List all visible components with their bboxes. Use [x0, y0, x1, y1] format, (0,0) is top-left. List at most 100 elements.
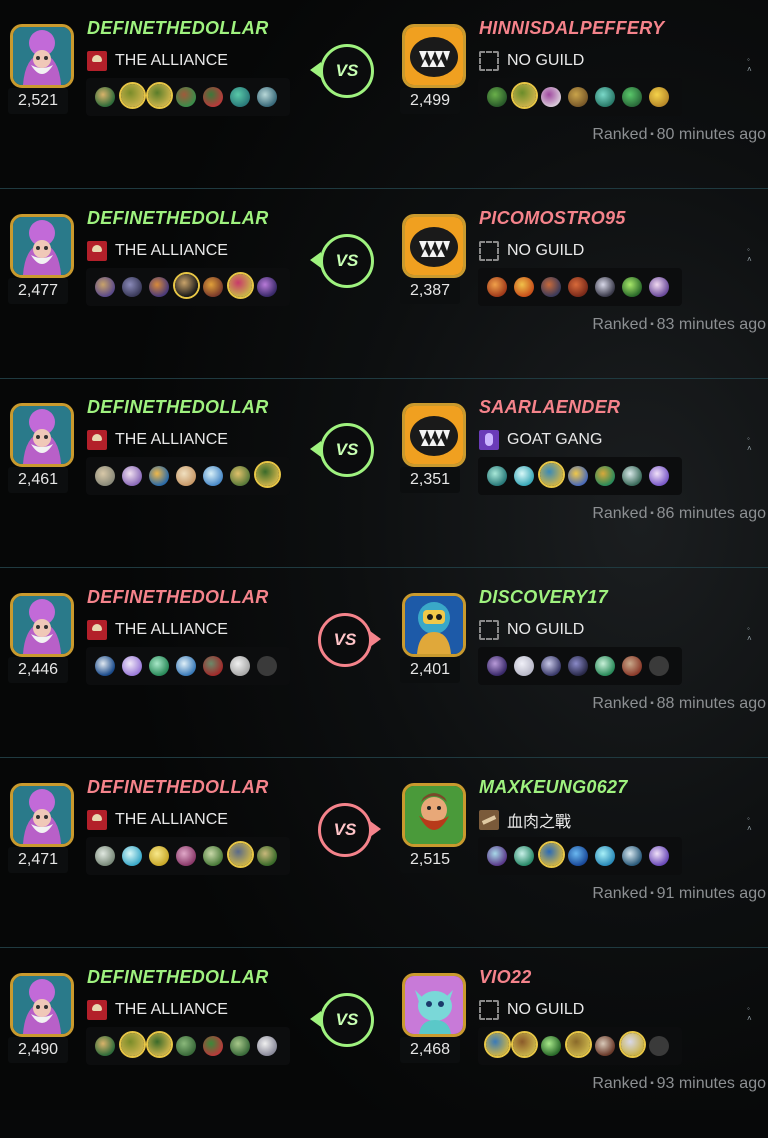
left-player-guild[interactable]: THE ALLIANCE — [87, 809, 228, 831]
monster-card-icon[interactable] — [203, 277, 223, 297]
right-player-avatar[interactable] — [402, 973, 466, 1037]
left-player-name[interactable]: DEFINETHEDOLLAR — [87, 18, 269, 39]
monster-card-icon[interactable] — [622, 656, 642, 676]
monster-card-icon[interactable] — [121, 84, 144, 107]
monster-card-icon[interactable] — [203, 656, 223, 676]
left-player-avatar[interactable] — [10, 973, 74, 1037]
left-player-avatar[interactable] — [10, 24, 74, 88]
monster-card-icon[interactable] — [257, 1036, 277, 1056]
left-player-name[interactable]: DEFINETHEDOLLAR — [87, 587, 269, 608]
battle-menu-icon[interactable]: ◦ ˄ — [744, 56, 754, 82]
monster-card-icon[interactable] — [203, 87, 223, 107]
monster-card-icon[interactable] — [230, 87, 250, 107]
monster-card-icon[interactable] — [649, 277, 669, 297]
left-player-avatar[interactable] — [10, 783, 74, 847]
vs-badge[interactable]: VS — [320, 993, 374, 1047]
right-player-avatar[interactable] — [402, 783, 466, 847]
monster-card-icon[interactable] — [487, 277, 507, 297]
monster-card-icon[interactable] — [513, 84, 536, 107]
monster-card-icon[interactable] — [568, 466, 588, 486]
monster-card-icon[interactable] — [541, 656, 561, 676]
left-player-avatar[interactable] — [10, 593, 74, 657]
left-player-name[interactable]: DEFINETHEDOLLAR — [87, 967, 269, 988]
right-player-guild[interactable]: 血肉之戰 — [479, 809, 571, 831]
monster-card-icon[interactable] — [122, 466, 142, 486]
battle-menu-icon[interactable]: ◦ ˄ — [744, 625, 754, 651]
left-player-name[interactable]: DEFINETHEDOLLAR — [87, 777, 269, 798]
right-player-avatar[interactable] — [402, 24, 466, 88]
vs-badge[interactable]: VS — [318, 803, 372, 857]
left-player-avatar[interactable] — [10, 214, 74, 278]
monster-card-icon[interactable] — [621, 1033, 644, 1056]
battle-row[interactable]: 2,461 DEFINETHEDOLLAR THE ALLIANCE 2,351 SAA… — [0, 379, 768, 568]
battle-row[interactable]: 2,471 DEFINETHEDOLLAR THE ALLIANCE 2,515 MAX… — [0, 759, 768, 948]
right-player-guild[interactable]: GOAT GANG — [479, 429, 602, 451]
right-player-name[interactable]: VIO22 — [479, 967, 532, 988]
monster-card-icon[interactable] — [229, 843, 252, 866]
monster-card-icon[interactable] — [257, 277, 277, 297]
battle-row[interactable]: 2,446 DEFINETHEDOLLAR THE ALLIANCE 2,401 DIS… — [0, 569, 768, 758]
monster-card-icon[interactable] — [95, 87, 115, 107]
monster-card-icon[interactable] — [513, 1033, 536, 1056]
monster-card-icon[interactable] — [487, 87, 507, 107]
monster-card-icon[interactable] — [230, 656, 250, 676]
right-player-name[interactable]: HINNISDALPEFFERY — [479, 18, 665, 39]
monster-card-icon[interactable] — [176, 846, 196, 866]
monster-card-icon[interactable] — [95, 277, 115, 297]
right-player-name[interactable]: PICOMOSTRO95 — [479, 208, 626, 229]
left-player-guild[interactable]: THE ALLIANCE — [87, 429, 228, 451]
monster-card-icon[interactable] — [175, 274, 198, 297]
right-player-name[interactable]: MAXKEUNG0627 — [479, 777, 628, 798]
monster-card-icon[interactable] — [203, 1036, 223, 1056]
monster-card-icon[interactable] — [595, 846, 615, 866]
monster-card-icon[interactable] — [487, 846, 507, 866]
right-player-name[interactable]: DISCOVERY17 — [479, 587, 608, 608]
battle-menu-icon[interactable]: ◦ ˄ — [744, 435, 754, 461]
left-player-guild[interactable]: THE ALLIANCE — [87, 999, 228, 1021]
left-player-guild[interactable]: THE ALLIANCE — [87, 240, 228, 262]
monster-card-icon[interactable] — [256, 463, 279, 486]
monster-card-icon[interactable] — [203, 846, 223, 866]
monster-card-icon[interactable] — [203, 466, 223, 486]
monster-card-icon[interactable] — [514, 277, 534, 297]
left-player-name[interactable]: DEFINETHEDOLLAR — [87, 397, 269, 418]
monster-card-icon[interactable] — [486, 1033, 509, 1056]
right-player-guild[interactable]: NO GUILD — [479, 50, 584, 72]
monster-card-icon[interactable] — [95, 1036, 115, 1056]
monster-card-icon[interactable] — [622, 277, 642, 297]
monster-card-icon[interactable] — [487, 656, 507, 676]
monster-card-icon[interactable] — [176, 656, 196, 676]
battle-row[interactable]: 2,477 DEFINETHEDOLLAR THE ALLIANCE 2,387 PIC… — [0, 190, 768, 379]
monster-card-icon[interactable] — [649, 87, 669, 107]
monster-card-icon[interactable] — [622, 466, 642, 486]
monster-card-icon[interactable] — [540, 843, 563, 866]
left-player-name[interactable]: DEFINETHEDOLLAR — [87, 208, 269, 229]
battle-menu-icon[interactable]: ◦ ˄ — [744, 246, 754, 272]
vs-badge[interactable]: VS — [320, 234, 374, 288]
monster-card-icon[interactable] — [149, 656, 169, 676]
right-player-avatar[interactable] — [402, 214, 466, 278]
monster-card-icon[interactable] — [595, 1036, 615, 1056]
monster-card-icon[interactable] — [95, 656, 115, 676]
monster-card-icon[interactable] — [541, 277, 561, 297]
monster-card-icon[interactable] — [622, 846, 642, 866]
right-player-avatar[interactable] — [402, 403, 466, 467]
monster-card-icon[interactable] — [121, 1033, 144, 1056]
vs-badge[interactable]: VS — [320, 423, 374, 477]
monster-card-icon[interactable] — [122, 656, 142, 676]
monster-card-icon[interactable] — [149, 846, 169, 866]
monster-card-icon[interactable] — [176, 1036, 196, 1056]
monster-card-icon[interactable] — [148, 84, 171, 107]
monster-card-icon[interactable] — [595, 466, 615, 486]
monster-card-icon[interactable] — [541, 1036, 561, 1056]
right-player-guild[interactable]: NO GUILD — [479, 999, 584, 1021]
monster-card-icon[interactable] — [257, 87, 277, 107]
monster-card-icon[interactable] — [649, 466, 669, 486]
monster-card-icon[interactable] — [149, 277, 169, 297]
monster-card-icon[interactable] — [148, 1033, 171, 1056]
monster-card-icon[interactable] — [595, 87, 615, 107]
vs-badge[interactable]: VS — [318, 613, 372, 667]
monster-card-icon[interactable] — [595, 656, 615, 676]
right-player-guild[interactable]: NO GUILD — [479, 619, 584, 641]
monster-card-icon[interactable] — [176, 87, 196, 107]
